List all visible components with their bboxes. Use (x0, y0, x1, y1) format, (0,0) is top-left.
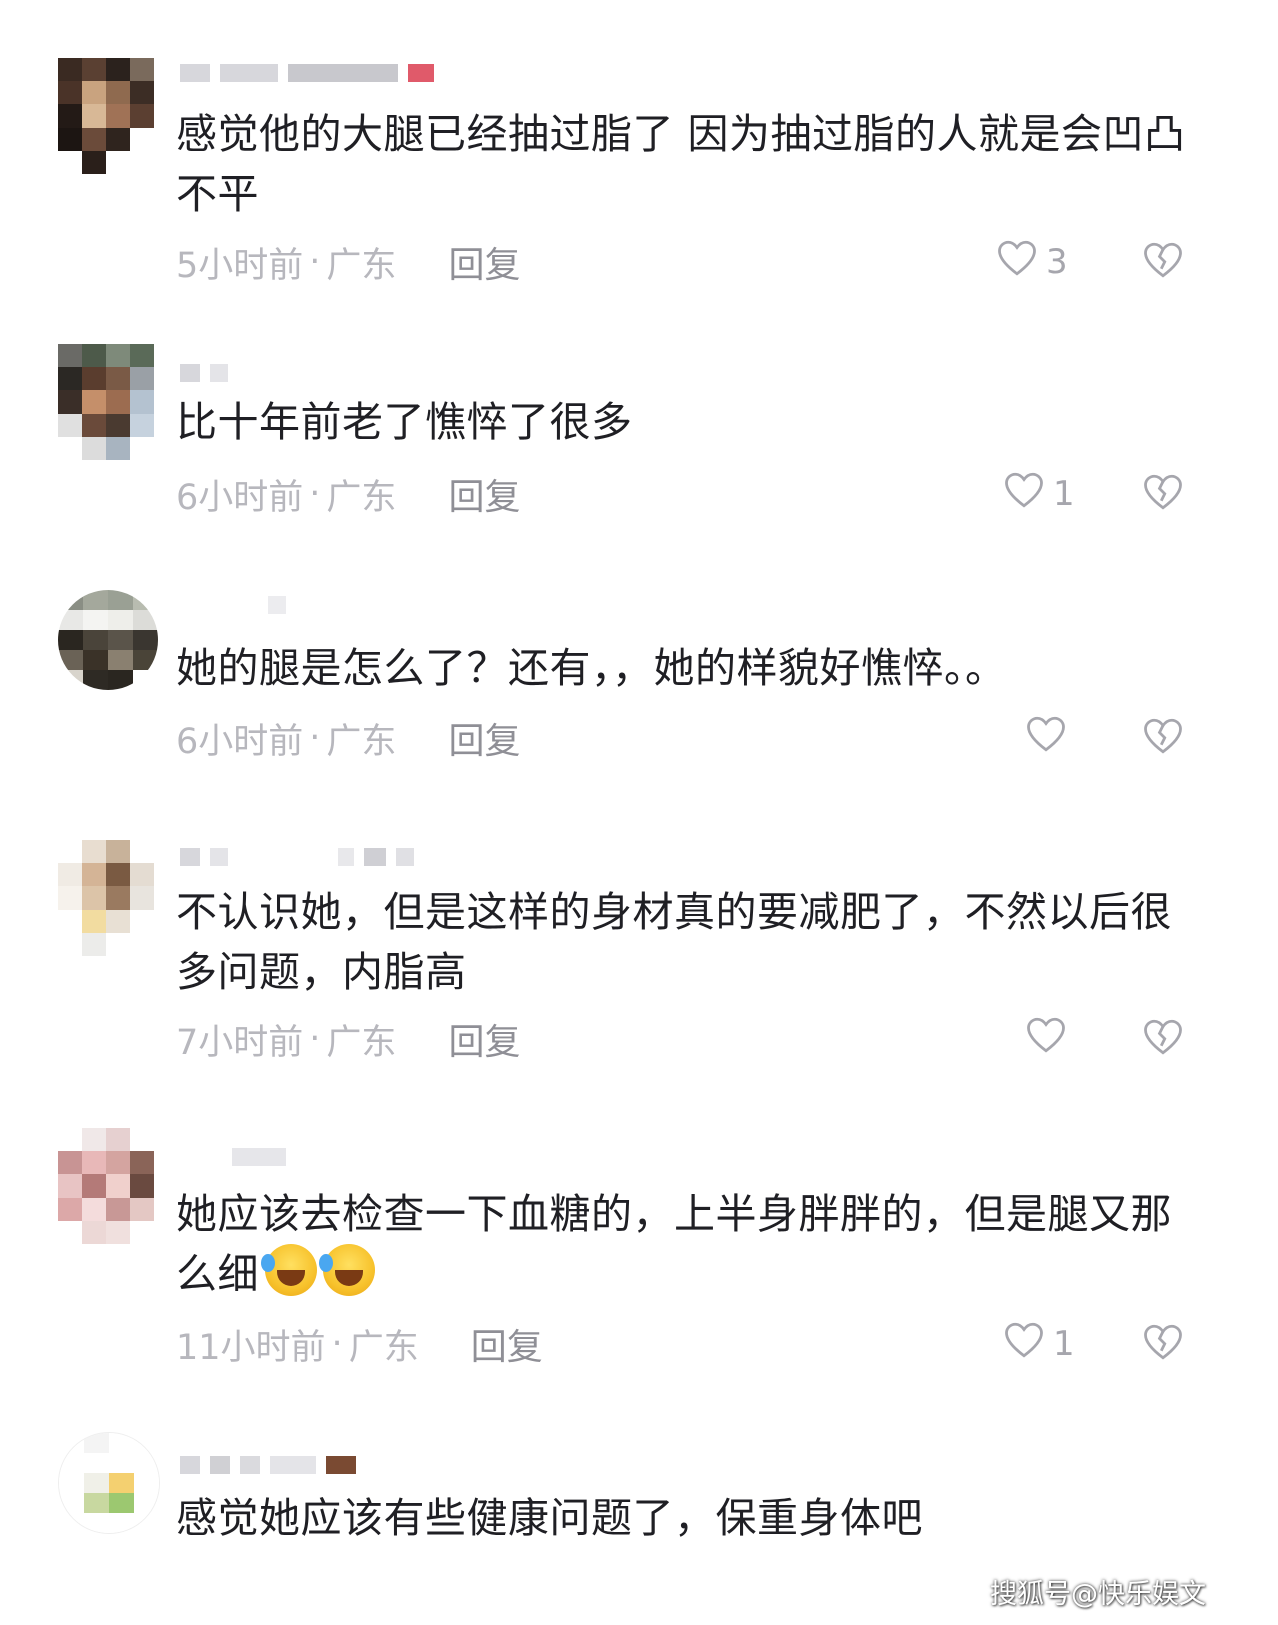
comment-time: 6小时前 (176, 477, 304, 518)
dislike-button[interactable] (1142, 1320, 1184, 1368)
like-button[interactable]: 3 (996, 238, 1068, 286)
username[interactable] (232, 1144, 286, 1170)
heart-outline-icon (1025, 714, 1067, 763)
reply-button[interactable]: 回复 (471, 1318, 543, 1370)
heart-outline-icon (1003, 470, 1045, 519)
meta-separator: · (331, 1324, 343, 1364)
comment-time: 7小时前 (176, 1022, 304, 1063)
broken-heart-icon (1142, 1017, 1184, 1061)
heart-outline-icon (1003, 1320, 1045, 1369)
dislike-button[interactable] (1142, 238, 1184, 286)
avatar[interactable] (58, 1432, 160, 1534)
like-button[interactable]: 1 (1003, 1320, 1075, 1368)
comment-meta: 5小时前 · 广东 回复 (176, 238, 520, 286)
reply-button[interactable]: 回复 (448, 1013, 520, 1065)
broken-heart-icon (1142, 1322, 1184, 1366)
reply-button[interactable]: 回复 (448, 712, 520, 764)
like-count: 1 (1053, 1324, 1075, 1364)
broken-heart-icon (1142, 472, 1184, 516)
comment-location: 广东 (326, 721, 397, 762)
dislike-button[interactable] (1142, 1015, 1184, 1063)
heart-outline-icon (996, 238, 1038, 287)
comment-location: 广东 (326, 1022, 397, 1063)
broken-heart-icon (1142, 240, 1184, 284)
comment-meta: 11小时前 · 广东 回复 (176, 1320, 543, 1368)
avatar[interactable] (58, 1128, 154, 1244)
username[interactable] (180, 360, 228, 386)
like-button[interactable] (1025, 714, 1075, 762)
rolling-laughing-emoji-icon (261, 1244, 317, 1296)
like-button[interactable]: 1 (1003, 470, 1075, 518)
comment-text: 不认识她，但是这样的身材真的要减肥了，不然以后很多问题，内脂高 (176, 888, 1172, 996)
avatar[interactable] (58, 344, 154, 460)
avatar[interactable] (58, 840, 154, 956)
comment-text: 比十年前老了憔悴了很多 (176, 398, 633, 446)
avatar[interactable] (58, 58, 154, 174)
comment-location: 广东 (348, 1327, 419, 1368)
meta-separator: · (309, 242, 321, 282)
comment-text: 她应该去检查一下血糖的，上半身胖胖的，但是腿又那么细 (176, 1184, 1186, 1304)
like-button[interactable] (1025, 1015, 1075, 1063)
username[interactable] (268, 592, 286, 618)
heart-outline-icon (1025, 1015, 1067, 1064)
reply-button[interactable]: 回复 (448, 236, 520, 288)
comment-meta: 6小时前 · 广东 回复 (176, 714, 520, 762)
username[interactable] (180, 844, 414, 870)
username[interactable] (180, 60, 434, 86)
broken-heart-icon (1142, 716, 1184, 760)
comment-text: 感觉她应该有些健康问题了，保重身体吧 (176, 1494, 923, 1542)
dislike-button[interactable] (1142, 470, 1184, 518)
reply-button[interactable]: 回复 (448, 468, 520, 520)
comment-meta: 6小时前 · 广东 回复 (176, 470, 520, 518)
username[interactable] (180, 1452, 356, 1478)
comment-time: 11小时前 (176, 1327, 326, 1368)
rolling-laughing-emoji-icon (319, 1244, 375, 1296)
comment-location: 广东 (326, 477, 397, 518)
comment-time: 5小时前 (176, 245, 304, 286)
comment-meta: 7小时前 · 广东 回复 (176, 1015, 520, 1063)
avatar[interactable] (58, 590, 158, 690)
dislike-button[interactable] (1142, 714, 1184, 762)
watermark: 搜狐号@快乐娱文 (990, 1579, 1206, 1610)
meta-separator: · (309, 474, 321, 514)
meta-separator: · (309, 718, 321, 758)
like-count: 1 (1053, 474, 1075, 514)
comment-text: 感觉他的大腿已经抽过脂了 因为抽过脂的人就是会凹凸不平 (176, 110, 1186, 218)
comment-time: 6小时前 (176, 721, 304, 762)
like-count: 3 (1046, 242, 1068, 282)
meta-separator: · (309, 1019, 321, 1059)
comment-text: 她的腿是怎么了？还有，，她的样貌好憔悴。。 (176, 644, 1007, 692)
comment-location: 广东 (326, 245, 397, 286)
